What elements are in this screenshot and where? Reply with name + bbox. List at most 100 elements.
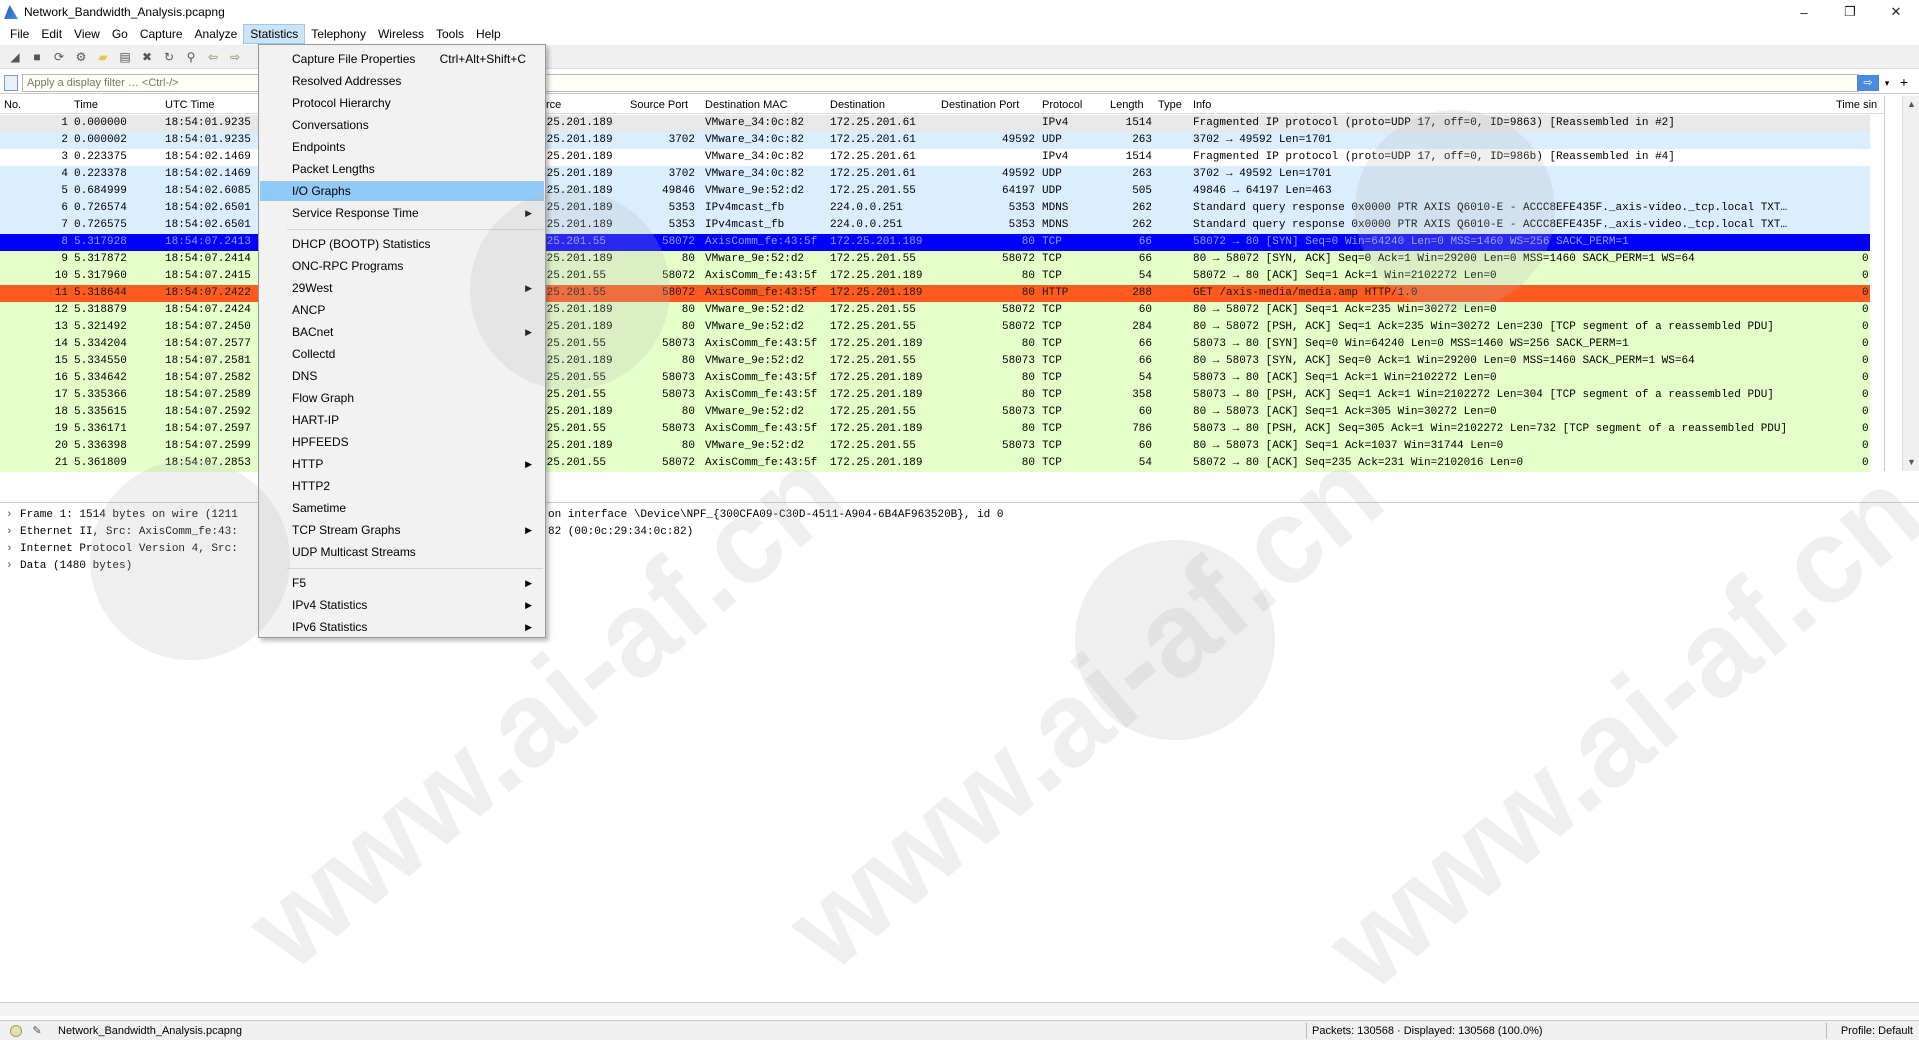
stats-menu-resolved-addresses[interactable]: Resolved Addresses	[260, 71, 544, 91]
detail-ipv4[interactable]: › Internet Protocol Version 4, Src:	[6, 541, 238, 558]
status-profile[interactable]: Profile: Default	[1841, 1025, 1913, 1037]
row-destination: 172.25.201.61	[830, 168, 916, 180]
stats-menu-i-o-graphs[interactable]: I/O Graphs	[260, 181, 544, 201]
col-header-source[interactable]: rce	[546, 99, 561, 111]
start-capture-icon[interactable]: ◢	[6, 48, 24, 66]
scroll-up-icon[interactable]: ▲	[1903, 96, 1919, 113]
stats-menu-service-response-time[interactable]: Service Response Time ▶	[260, 203, 544, 223]
menu-analyze[interactable]: Analyze	[189, 24, 244, 44]
col-header-source-port[interactable]: Source Port	[630, 99, 688, 111]
stats-menu-bacnet[interactable]: BACnet ▶	[260, 322, 544, 342]
row-no: 2	[61, 134, 68, 146]
col-header-time[interactable]: Time	[74, 99, 98, 111]
menu-view[interactable]: View	[68, 24, 106, 44]
menu-telephony[interactable]: Telephony	[305, 24, 372, 44]
row-length: 60	[1138, 440, 1152, 452]
menu-tools[interactable]: Tools	[430, 24, 470, 44]
row-destination: 172.25.201.189	[830, 287, 923, 299]
row-source-port: 58073	[661, 389, 695, 401]
col-header-info[interactable]: Info	[1193, 99, 1211, 111]
col-header-length[interactable]: Length	[1110, 99, 1144, 111]
col-header-utc[interactable]: UTC Time	[165, 99, 215, 111]
expand-chevron-icon[interactable]: ›	[6, 558, 20, 575]
stats-menu-endpoints[interactable]: Endpoints	[260, 137, 544, 157]
row-no: 20	[54, 440, 68, 452]
apply-filter-icon[interactable]: ⇨	[1857, 75, 1879, 91]
stats-menu-sametime[interactable]: Sametime	[260, 498, 544, 518]
stats-menu-protocol-hierarchy[interactable]: Protocol Hierarchy	[260, 93, 544, 113]
menu-wireless[interactable]: Wireless	[372, 24, 430, 44]
menu-statistics[interactable]: Statistics	[243, 24, 306, 44]
wireshark-fin-icon	[4, 5, 18, 19]
stats-menu-tcp-stream-graphs[interactable]: TCP Stream Graphs ▶	[260, 520, 544, 540]
stats-menu-conversations[interactable]: Conversations	[260, 115, 544, 135]
menu-file[interactable]: File	[4, 24, 35, 44]
row-info: 80 → 58072 [PSH, ACK] Seq=1 Ack=235 Win=…	[1193, 321, 1774, 333]
col-header-dest-port[interactable]: Destination Port	[941, 99, 1019, 111]
stats-menu-hart-ip[interactable]: HART-IP	[260, 410, 544, 430]
expand-chevron-icon[interactable]: ›	[6, 541, 20, 558]
row-source-port: 80	[681, 406, 695, 418]
menu-item-label: HTTP2	[292, 479, 331, 493]
open-file-icon[interactable]: ▰	[94, 48, 112, 66]
stats-menu-onc-rpc-programs[interactable]: ONC-RPC Programs	[260, 256, 544, 276]
expand-chevron-icon[interactable]: ›	[6, 524, 20, 541]
restart-capture-icon[interactable]: ⟳	[50, 48, 68, 66]
close-button[interactable]: ✕	[1873, 0, 1919, 24]
packet-minimap[interactable]	[1884, 96, 1902, 471]
reload-file-icon[interactable]: ↻	[160, 48, 178, 66]
menu-capture[interactable]: Capture	[134, 24, 189, 44]
row-info: 58073 → 80 [ACK] Seq=1 Ack=1 Win=2102272…	[1193, 372, 1497, 384]
expert-info-icon[interactable]	[10, 1024, 22, 1037]
stats-menu-29west[interactable]: 29West ▶	[260, 278, 544, 298]
menu-help[interactable]: Help	[470, 24, 507, 44]
col-header-destination[interactable]: Destination	[830, 99, 885, 111]
go-forward-icon[interactable]: ⇨	[226, 48, 244, 66]
row-source-port: 58072	[661, 287, 695, 299]
stats-menu-udp-multicast-streams[interactable]: UDP Multicast Streams	[260, 542, 544, 562]
stop-capture-icon[interactable]: ■	[28, 48, 46, 66]
row-source-port: 58072	[661, 236, 695, 248]
scroll-down-icon[interactable]: ▼	[1903, 454, 1919, 471]
stats-menu-ancp[interactable]: ANCP	[260, 300, 544, 320]
col-header-protocol[interactable]: Protocol	[1042, 99, 1082, 111]
restore-button[interactable]: ❐	[1827, 0, 1873, 24]
stats-menu-dhcp-bootp-statistics[interactable]: DHCP (BOOTP) Statistics	[260, 234, 544, 254]
add-filter-button[interactable]: +	[1897, 74, 1911, 90]
menu-go[interactable]: Go	[106, 24, 134, 44]
stats-menu-flow-graph[interactable]: Flow Graph	[260, 388, 544, 408]
find-packet-icon[interactable]: ⚲	[182, 48, 200, 66]
stats-menu-f5[interactable]: F5 ▶	[260, 573, 544, 593]
stats-menu-collectd[interactable]: Collectd	[260, 344, 544, 364]
col-header-type[interactable]: Type	[1158, 99, 1182, 111]
menu-edit[interactable]: Edit	[35, 24, 68, 44]
save-file-icon[interactable]: ▤	[116, 48, 134, 66]
stats-menu-ipv6-statistics[interactable]: IPv6 Statistics ▶	[260, 617, 544, 637]
row-time: 5.334642	[74, 372, 127, 384]
go-back-icon[interactable]: ⇦	[204, 48, 222, 66]
row-info: Standard query response 0x0000 PTR AXIS …	[1193, 219, 1788, 231]
col-header-dest-mac[interactable]: Destination MAC	[705, 99, 788, 111]
stats-menu-http[interactable]: HTTP ▶	[260, 454, 544, 474]
capture-options-icon[interactable]: ⚙	[72, 48, 90, 66]
row-source-port: 5353	[668, 202, 695, 214]
col-header-no[interactable]: No.	[4, 99, 21, 111]
stats-menu-packet-lengths[interactable]: Packet Lengths	[260, 159, 544, 179]
packet-list-vscroll[interactable]: ▲ ▼	[1902, 96, 1919, 471]
edit-comment-icon[interactable]: ✎	[30, 1024, 44, 1038]
stats-menu-hpfeeds[interactable]: HPFEEDS	[260, 432, 544, 452]
stats-menu-dns[interactable]: DNS	[260, 366, 544, 386]
minimize-button[interactable]: –	[1781, 0, 1827, 24]
col-header-time-since[interactable]: Time sin	[1836, 99, 1877, 111]
detail-data[interactable]: › Data (1480 bytes)	[6, 558, 132, 575]
filter-dropdown-icon[interactable]: ▾	[1881, 75, 1893, 91]
expand-chevron-icon[interactable]: ›	[6, 507, 20, 524]
detail-ethernet[interactable]: › Ethernet II, Src: AxisComm_fe:43:	[6, 524, 238, 541]
stats-menu-http2[interactable]: HTTP2	[260, 476, 544, 496]
stats-menu-capture-file-properties[interactable]: Capture File Properties Ctrl+Alt+Shift+C	[260, 49, 544, 69]
bytes-pane-splitter[interactable]	[0, 1002, 1919, 1016]
stats-menu-ipv4-statistics[interactable]: IPv4 Statistics ▶	[260, 595, 544, 615]
filter-bookmark-icon[interactable]	[4, 74, 18, 91]
close-file-icon[interactable]: ✖	[138, 48, 156, 66]
detail-frame[interactable]: › Frame 1: 1514 bytes on wire (1211	[6, 507, 238, 524]
